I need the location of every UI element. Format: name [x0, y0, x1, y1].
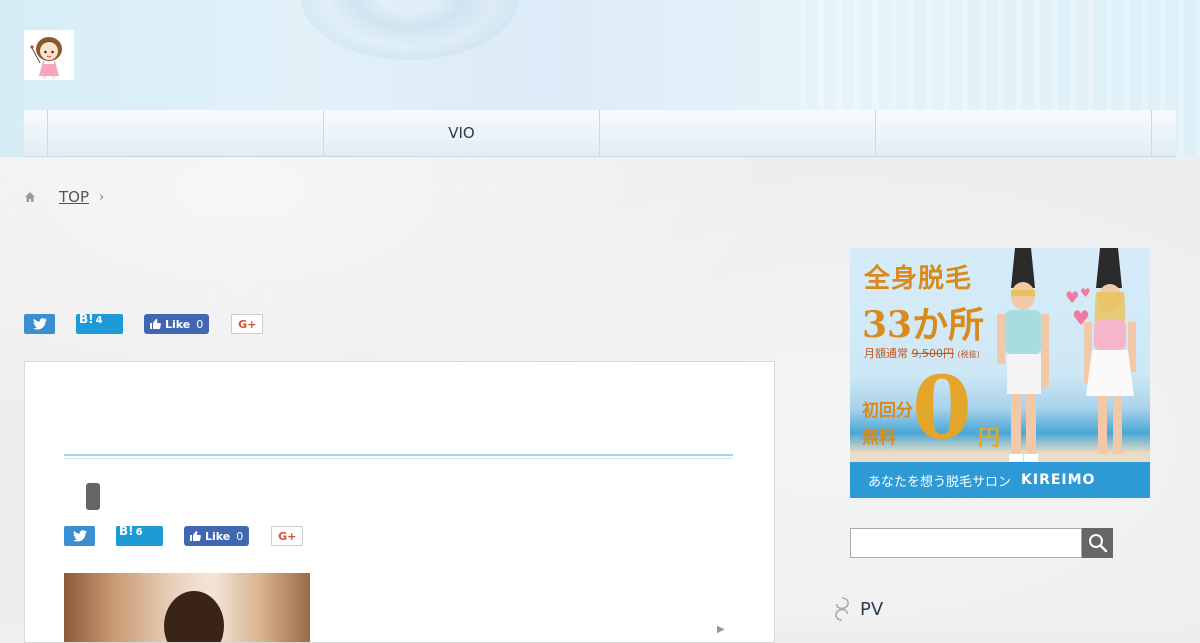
fb-like-label: Like [205, 529, 231, 543]
header-ripple-decoration [300, 0, 520, 60]
google-plus-icon: G+ [238, 317, 257, 331]
ad-first-free: 初回分 無料 [862, 398, 913, 452]
thumbs-up-icon [190, 531, 201, 541]
fb-like-label: Like [165, 317, 191, 331]
hatena-bookmark-button[interactable]: B! 6 [116, 524, 163, 546]
hatena-count: 6 [135, 527, 143, 538]
nav-item-0[interactable] [24, 110, 47, 156]
facebook-like-button[interactable]: Like 0 [184, 526, 250, 546]
ad-brand-logo: KIREIMO [1021, 472, 1096, 488]
home-icon [25, 192, 35, 202]
title-underline [64, 454, 733, 456]
article-thumbnail[interactable] [64, 573, 310, 642]
ad-headline: 全身脱毛 [864, 264, 973, 294]
kireimo-ad-banner[interactable]: 全身脱毛 33か所 月額通常 9,500円 (税抜) 初回分 無料 0 円 ♥ … [850, 248, 1150, 498]
heart-icon: ♥ [1072, 306, 1090, 330]
chevron-right-icon: › [99, 189, 105, 205]
site-logo[interactable] [24, 30, 74, 80]
hatena-bookmark-button[interactable]: B! 4 [76, 312, 123, 334]
search-form [850, 528, 1113, 558]
google-plus-button[interactable]: G+ [271, 526, 304, 546]
twitter-bird-icon [72, 530, 87, 542]
fb-like-count: 0 [196, 317, 204, 331]
sidebar-pv-heading: PV [832, 596, 883, 622]
site-header: VIO [0, 0, 1200, 157]
title-underline-thin [64, 458, 733, 459]
hatena-icon: B! [79, 312, 94, 326]
facebook-like-button[interactable]: Like 0 [144, 314, 210, 334]
hatena-count: 4 [95, 315, 103, 326]
category-tag[interactable] [86, 483, 100, 510]
ad-first-label: 初回分 [862, 401, 913, 421]
girl-logo-icon [30, 37, 62, 79]
nav-item-4[interactable] [875, 110, 1151, 156]
twitter-share-button[interactable] [64, 526, 95, 546]
ad-parts-count: 33か所 [862, 304, 985, 346]
swirl-icon [835, 597, 849, 621]
search-icon [1088, 534, 1107, 553]
share-buttons-card: B! 6 Like 0 G+ [64, 524, 304, 546]
ad-zero: 0 [912, 358, 972, 459]
ad-footer: あなたを想う脱毛サロン KIREIMO [850, 462, 1150, 498]
nav-item-3[interactable] [599, 110, 875, 156]
breadcrumb: TOP › [24, 188, 104, 206]
pv-title: PV [860, 598, 884, 620]
hatena-icon: B! [119, 524, 134, 538]
twitter-bird-icon [32, 318, 47, 330]
article-card: B! 6 Like 0 G+ ▶ [24, 361, 775, 643]
nav-item-1[interactable] [47, 110, 323, 156]
breadcrumb-home-link[interactable]: TOP [42, 188, 89, 206]
thumbnail-person [164, 591, 224, 642]
global-nav: VIO [24, 110, 1176, 157]
fb-like-count: 0 [236, 529, 244, 543]
nav-item-5[interactable] [1151, 110, 1174, 156]
ad-person-female-icon [1084, 248, 1136, 454]
twitter-share-button[interactable] [24, 314, 55, 334]
heart-icon: ♥ [1080, 286, 1091, 300]
search-button[interactable] [1082, 528, 1113, 558]
share-buttons-top: B! 4 Like 0 G+ [24, 312, 264, 334]
ad-free-label: 無料 [862, 428, 896, 448]
thumbs-up-icon [150, 319, 161, 329]
google-plus-button[interactable]: G+ [231, 314, 264, 334]
ad-price-prefix: 月額通常 [864, 347, 908, 360]
google-plus-icon: G+ [278, 529, 297, 543]
heart-icon: ♥ [1065, 288, 1080, 307]
ad-person-male-icon [997, 248, 1049, 462]
nav-item-vio[interactable]: VIO [323, 110, 599, 156]
search-input[interactable] [850, 528, 1082, 558]
ad-tagline: あなたを想う脱毛サロン [868, 474, 1012, 490]
